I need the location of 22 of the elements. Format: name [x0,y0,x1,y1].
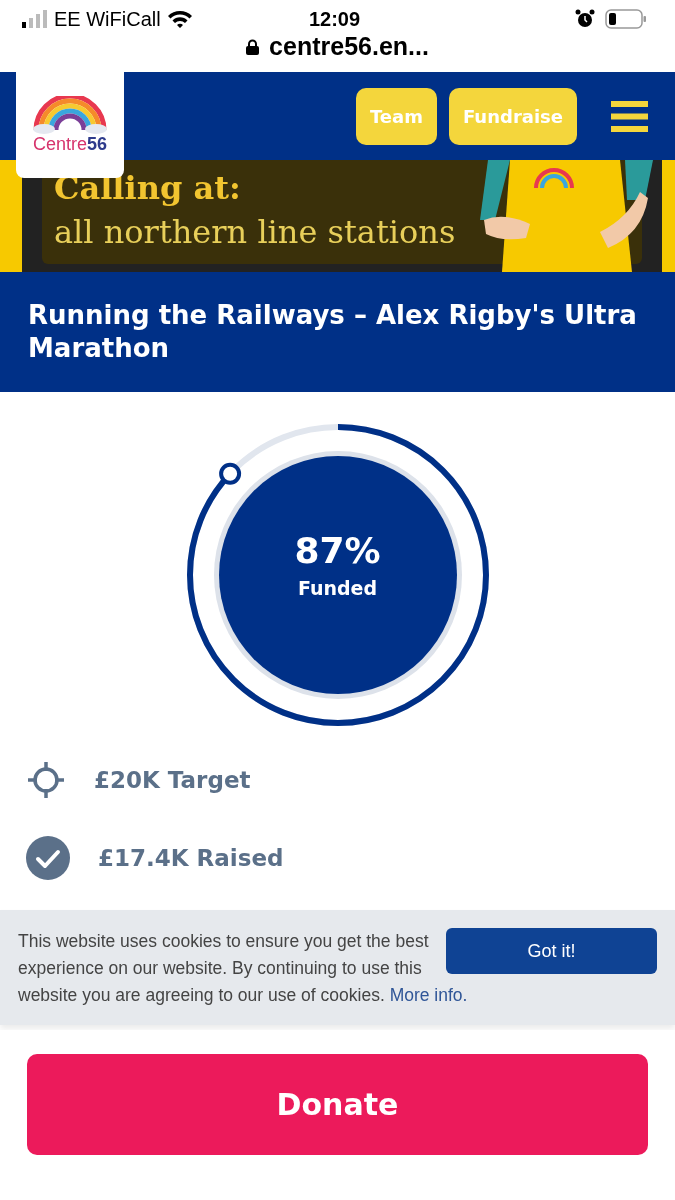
address-bar-url[interactable]: centre56.en... [269,32,429,61]
signal-icon [22,10,48,28]
lock-icon [246,38,260,55]
carrier-name: EE WiFiCall [54,7,161,31]
crosshair-icon [26,760,66,800]
check-circle-icon [26,836,70,880]
wifi-icon [166,9,193,29]
more-info-link[interactable]: More info. [389,985,468,1005]
banner-subheading: all northern line stations [54,212,456,253]
stat-text: £20K Target [94,767,251,793]
percent-funded: 87% [294,530,381,571]
alarm-clock-icon [575,9,595,29]
funded-label: Funded [297,577,378,599]
page-title: Running the Railways – Alex Rigby's Ultra Marathon [28,299,638,365]
rainbow-icon [32,95,108,134]
stat-text: £17.4K Raised [98,845,284,871]
menu-icon[interactable] [611,100,648,132]
clock-time: 12:09 [308,7,361,31]
got-it-button[interactable]: Got it! [446,928,657,974]
battery-icon [605,9,647,29]
logo-text: Centre56 [32,133,108,155]
donate-button[interactable]: Donate [27,1054,648,1155]
